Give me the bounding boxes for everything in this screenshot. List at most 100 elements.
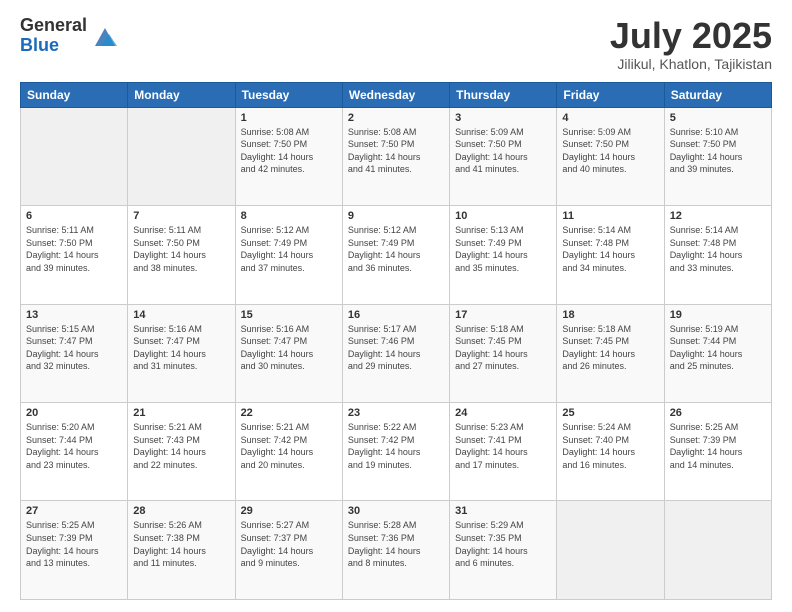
day-info: Sunrise: 5:23 AM Sunset: 7:41 PM Dayligh… xyxy=(455,421,551,471)
calendar-cell: 6 Sunrise: 5:11 AM Sunset: 7:50 PM Daylig… xyxy=(21,206,128,304)
calendar-cell: 16Sunrise: 5:17 AM Sunset: 7:46 PM Dayli… xyxy=(342,304,449,402)
day-number: 20 xyxy=(26,407,122,419)
calendar-cell: 14 Sunrise: 5:16 AM Sunset: 7:47 PM Dayli… xyxy=(128,304,235,402)
col-thursday: Thursday xyxy=(450,82,557,107)
day-number: 5 xyxy=(670,112,766,124)
calendar-cell: 1 Sunrise: 5:08 AM Sunset: 7:50 PM Daylig… xyxy=(235,107,342,205)
calendar-cell: 5 Sunrise: 5:10 AM Sunset: 7:50 PM Daylig… xyxy=(664,107,771,205)
calendar-cell: 22Sunrise: 5:21 AM Sunset: 7:42 PM Dayli… xyxy=(235,403,342,501)
day-number: 9 xyxy=(348,210,444,222)
calendar-cell: 15 Sunrise: 5:16 AM Sunset: 7:47 PM Dayli… xyxy=(235,304,342,402)
week-row-1: 1 Sunrise: 5:08 AM Sunset: 7:50 PM Daylig… xyxy=(21,107,772,205)
calendar-table: Sunday Monday Tuesday Wednesday Thursday… xyxy=(20,82,772,600)
calendar-cell: 26 Sunrise: 5:25 AM Sunset: 7:39 PM Dayli… xyxy=(664,403,771,501)
day-number: 15 xyxy=(241,309,337,321)
day-info: Sunrise: 5:11 AM Sunset: 7:50 PM Dayligh… xyxy=(133,224,229,274)
calendar-cell: 25 Sunrise: 5:24 AM Sunset: 7:40 PM Dayli… xyxy=(557,403,664,501)
calendar-cell: 3Sunrise: 5:09 AM Sunset: 7:50 PM Daylig… xyxy=(450,107,557,205)
calendar-cell: 10Sunrise: 5:13 AM Sunset: 7:49 PM Dayli… xyxy=(450,206,557,304)
day-info: Sunrise: 5:11 AM Sunset: 7:50 PM Dayligh… xyxy=(26,224,122,274)
day-info: Sunrise: 5:16 AM Sunset: 7:47 PM Dayligh… xyxy=(133,323,229,373)
calendar-cell: 30Sunrise: 5:28 AM Sunset: 7:36 PM Dayli… xyxy=(342,501,449,600)
day-number: 23 xyxy=(348,407,444,419)
day-info: Sunrise: 5:28 AM Sunset: 7:36 PM Dayligh… xyxy=(348,519,444,569)
day-info: Sunrise: 5:09 AM Sunset: 7:50 PM Dayligh… xyxy=(562,126,658,176)
day-info: Sunrise: 5:08 AM Sunset: 7:50 PM Dayligh… xyxy=(241,126,337,176)
day-info: Sunrise: 5:19 AM Sunset: 7:44 PM Dayligh… xyxy=(670,323,766,373)
calendar-cell: 17Sunrise: 5:18 AM Sunset: 7:45 PM Dayli… xyxy=(450,304,557,402)
calendar-cell xyxy=(21,107,128,205)
day-number: 24 xyxy=(455,407,551,419)
day-info: Sunrise: 5:27 AM Sunset: 7:37 PM Dayligh… xyxy=(241,519,337,569)
location: Jilikul, Khatlon, Tajikistan xyxy=(610,56,772,72)
col-wednesday: Wednesday xyxy=(342,82,449,107)
week-row-3: 13Sunrise: 5:15 AM Sunset: 7:47 PM Dayli… xyxy=(21,304,772,402)
day-number: 14 xyxy=(133,309,229,321)
calendar-cell: 11 Sunrise: 5:14 AM Sunset: 7:48 PM Dayli… xyxy=(557,206,664,304)
day-number: 3 xyxy=(455,112,551,124)
day-number: 18 xyxy=(562,309,658,321)
day-info: Sunrise: 5:25 AM Sunset: 7:39 PM Dayligh… xyxy=(26,519,122,569)
month-title: July 2025 xyxy=(610,16,772,56)
calendar-cell: 20 Sunrise: 5:20 AM Sunset: 7:44 PM Dayli… xyxy=(21,403,128,501)
calendar-cell: 21Sunrise: 5:21 AM Sunset: 7:43 PM Dayli… xyxy=(128,403,235,501)
calendar-cell: 29Sunrise: 5:27 AM Sunset: 7:37 PM Dayli… xyxy=(235,501,342,600)
day-info: Sunrise: 5:10 AM Sunset: 7:50 PM Dayligh… xyxy=(670,126,766,176)
day-number: 28 xyxy=(133,505,229,517)
calendar-cell: 24 Sunrise: 5:23 AM Sunset: 7:41 PM Dayli… xyxy=(450,403,557,501)
calendar-cell: 4 Sunrise: 5:09 AM Sunset: 7:50 PM Daylig… xyxy=(557,107,664,205)
day-number: 25 xyxy=(562,407,658,419)
calendar-cell: 18 Sunrise: 5:18 AM Sunset: 7:45 PM Dayli… xyxy=(557,304,664,402)
calendar-cell: 31 Sunrise: 5:29 AM Sunset: 7:35 PM Dayli… xyxy=(450,501,557,600)
calendar-cell: 8Sunrise: 5:12 AM Sunset: 7:49 PM Daylig… xyxy=(235,206,342,304)
col-friday: Friday xyxy=(557,82,664,107)
day-number: 26 xyxy=(670,407,766,419)
day-number: 16 xyxy=(348,309,444,321)
day-number: 19 xyxy=(670,309,766,321)
day-number: 31 xyxy=(455,505,551,517)
day-number: 11 xyxy=(562,210,658,222)
day-info: Sunrise: 5:15 AM Sunset: 7:47 PM Dayligh… xyxy=(26,323,122,373)
calendar-cell: 12 Sunrise: 5:14 AM Sunset: 7:48 PM Dayli… xyxy=(664,206,771,304)
day-info: Sunrise: 5:13 AM Sunset: 7:49 PM Dayligh… xyxy=(455,224,551,274)
day-number: 12 xyxy=(670,210,766,222)
day-info: Sunrise: 5:14 AM Sunset: 7:48 PM Dayligh… xyxy=(562,224,658,274)
calendar-cell: 23 Sunrise: 5:22 AM Sunset: 7:42 PM Dayli… xyxy=(342,403,449,501)
calendar-cell xyxy=(128,107,235,205)
calendar-cell: 19 Sunrise: 5:19 AM Sunset: 7:44 PM Dayli… xyxy=(664,304,771,402)
calendar-cell: 13Sunrise: 5:15 AM Sunset: 7:47 PM Dayli… xyxy=(21,304,128,402)
day-number: 22 xyxy=(241,407,337,419)
day-info: Sunrise: 5:14 AM Sunset: 7:48 PM Dayligh… xyxy=(670,224,766,274)
logo-blue: Blue xyxy=(20,36,87,56)
calendar-cell xyxy=(557,501,664,600)
calendar-cell: 7Sunrise: 5:11 AM Sunset: 7:50 PM Daylig… xyxy=(128,206,235,304)
calendar-cell: 27Sunrise: 5:25 AM Sunset: 7:39 PM Dayli… xyxy=(21,501,128,600)
col-tuesday: Tuesday xyxy=(235,82,342,107)
day-number: 6 xyxy=(26,210,122,222)
day-info: Sunrise: 5:25 AM Sunset: 7:39 PM Dayligh… xyxy=(670,421,766,471)
page: General Blue July 2025 Jilikul, Khatlon,… xyxy=(0,0,792,612)
calendar-cell: 28 Sunrise: 5:26 AM Sunset: 7:38 PM Dayli… xyxy=(128,501,235,600)
logo-general: General xyxy=(20,16,87,36)
header-row: Sunday Monday Tuesday Wednesday Thursday… xyxy=(21,82,772,107)
logo-icon xyxy=(91,22,119,50)
day-info: Sunrise: 5:16 AM Sunset: 7:47 PM Dayligh… xyxy=(241,323,337,373)
day-number: 2 xyxy=(348,112,444,124)
day-info: Sunrise: 5:24 AM Sunset: 7:40 PM Dayligh… xyxy=(562,421,658,471)
day-number: 17 xyxy=(455,309,551,321)
day-info: Sunrise: 5:08 AM Sunset: 7:50 PM Dayligh… xyxy=(348,126,444,176)
day-info: Sunrise: 5:22 AM Sunset: 7:42 PM Dayligh… xyxy=(348,421,444,471)
header: General Blue July 2025 Jilikul, Khatlon,… xyxy=(20,16,772,72)
col-saturday: Saturday xyxy=(664,82,771,107)
title-block: July 2025 Jilikul, Khatlon, Tajikistan xyxy=(610,16,772,72)
logo: General Blue xyxy=(20,16,119,56)
day-info: Sunrise: 5:12 AM Sunset: 7:49 PM Dayligh… xyxy=(348,224,444,274)
day-info: Sunrise: 5:26 AM Sunset: 7:38 PM Dayligh… xyxy=(133,519,229,569)
day-info: Sunrise: 5:29 AM Sunset: 7:35 PM Dayligh… xyxy=(455,519,551,569)
week-row-2: 6 Sunrise: 5:11 AM Sunset: 7:50 PM Daylig… xyxy=(21,206,772,304)
day-number: 1 xyxy=(241,112,337,124)
day-number: 4 xyxy=(562,112,658,124)
day-info: Sunrise: 5:18 AM Sunset: 7:45 PM Dayligh… xyxy=(562,323,658,373)
day-info: Sunrise: 5:20 AM Sunset: 7:44 PM Dayligh… xyxy=(26,421,122,471)
day-info: Sunrise: 5:21 AM Sunset: 7:43 PM Dayligh… xyxy=(133,421,229,471)
